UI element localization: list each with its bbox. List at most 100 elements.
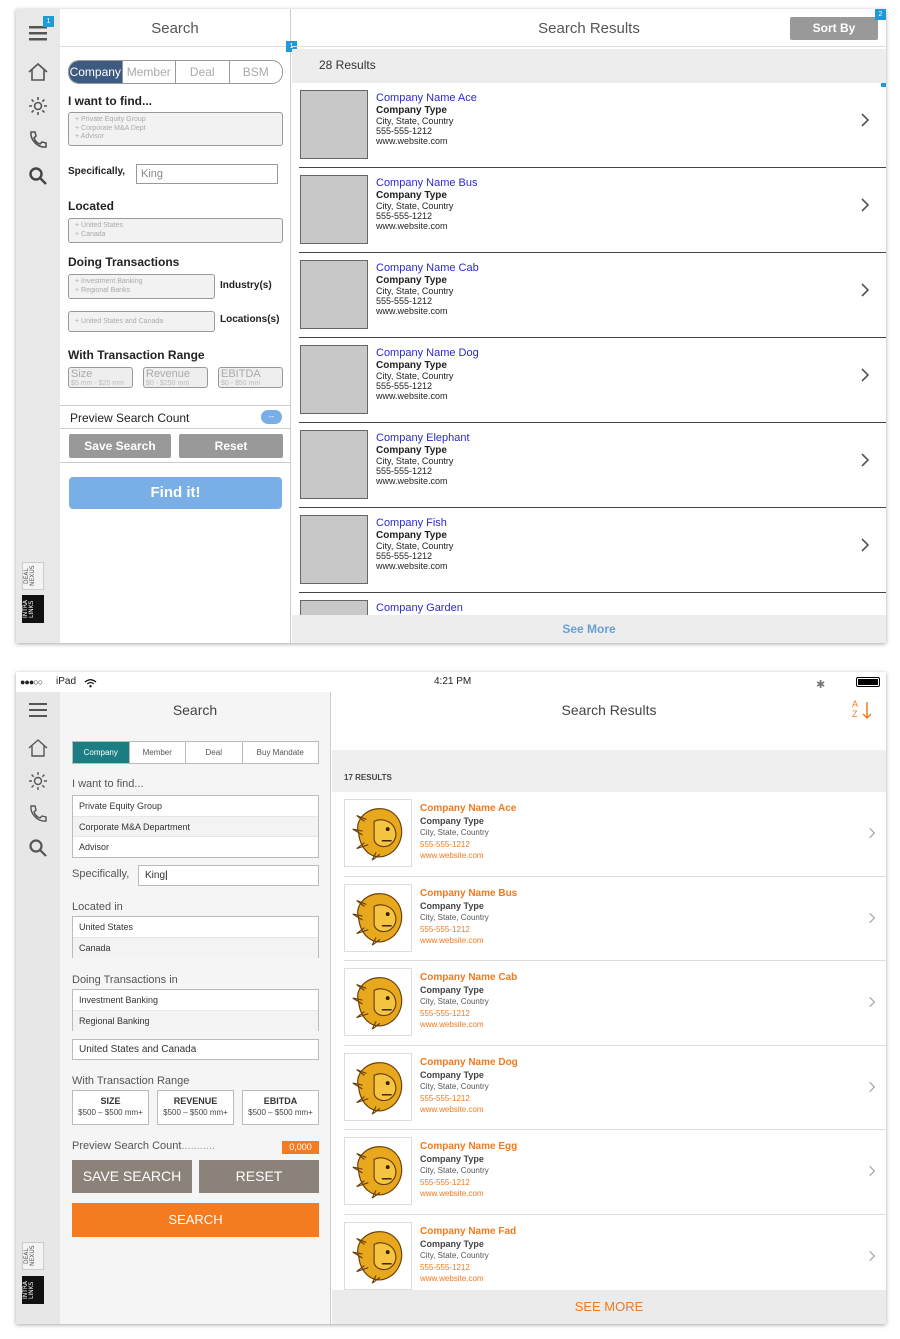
company-name-link[interactable]: Company Name Cab <box>376 262 479 275</box>
revenue-range-field[interactable]: Revenue $0 - $250 mm <box>143 367 208 388</box>
locations-list[interactable]: + United States and Canada <box>68 311 215 332</box>
specifically-input[interactable]: King| <box>138 865 319 886</box>
tab-deal[interactable]: Deal <box>185 742 242 763</box>
company-name-link[interactable]: Company Elephant <box>376 432 470 445</box>
result-row[interactable]: Company Name Dog Company Type City, State,… <box>344 1046 886 1130</box>
find-it-button[interactable]: Find it! <box>69 477 282 509</box>
phone-icon[interactable] <box>26 128 50 152</box>
size-range-field[interactable]: Size $5 mm - $25 mm <box>68 367 133 388</box>
preview-count-value: 0,000 <box>282 1141 319 1154</box>
side-rail: DEAL NEXUS INTRA LINKS <box>16 692 60 1324</box>
chevron-right-icon[interactable] <box>868 1080 876 1092</box>
company-name-link[interactable]: Company Name Dog <box>420 1057 518 1069</box>
tab-deal[interactable]: Deal <box>175 61 229 83</box>
menu-icon[interactable] <box>26 698 50 722</box>
locations-label: Locations(s) <box>220 314 280 325</box>
ebitda-range-field[interactable]: EBITDA $0 - $50 mm <box>218 367 283 388</box>
company-name-link[interactable]: Company Name Bus <box>376 177 478 190</box>
result-row[interactable]: Company Name Cab Company Type City, State,… <box>344 961 886 1046</box>
specifically-input[interactable]: King <box>136 164 278 184</box>
result-row[interactable]: Company Name Bus Company Type City, State,… <box>344 877 886 961</box>
want-to-find-label: I want to find... <box>68 94 152 108</box>
company-thumbnail <box>300 175 368 244</box>
tab-member[interactable]: Member <box>121 61 176 83</box>
see-more-button[interactable]: See More <box>292 615 886 643</box>
reset-button[interactable]: Reset <box>179 434 283 458</box>
annotation-badge: 2 <box>875 9 886 20</box>
chevron-right-icon[interactable] <box>868 1249 876 1261</box>
tab-company[interactable]: Company <box>73 742 129 763</box>
chevron-right-icon[interactable] <box>860 368 870 382</box>
list-item[interactable]: Regional Banking <box>73 1010 318 1031</box>
sort-az-icon[interactable]: A Z <box>852 700 874 722</box>
company-name-link[interactable]: Company Name Bus <box>420 888 517 900</box>
company-location: City, State, Country <box>376 541 454 551</box>
gear-icon[interactable] <box>26 769 50 793</box>
result-row[interactable]: Company Name Cab Company Type City, State,… <box>299 253 886 338</box>
industry-list[interactable]: + Investment Banking + Regional Banks <box>68 274 215 299</box>
home-icon[interactable] <box>26 736 50 760</box>
gear-icon[interactable] <box>26 94 50 118</box>
chevron-right-icon[interactable] <box>860 283 870 297</box>
want-to-find-list[interactable]: + Private Equity Group + Corporate M&A D… <box>68 112 283 146</box>
list-item[interactable]: United States <box>73 917 318 938</box>
result-row[interactable]: Company Name Egg Company Type City, State,… <box>344 1130 886 1215</box>
transaction-location-input[interactable]: United States and Canada <box>72 1039 319 1060</box>
result-row[interactable]: Company Name Fad Company Type City, State,… <box>344 1215 886 1291</box>
list-item[interactable]: Advisor <box>73 837 318 858</box>
company-name-link[interactable]: Company Name Dog <box>376 347 479 360</box>
chevron-right-icon[interactable] <box>860 113 870 127</box>
tab-member[interactable]: Member <box>128 742 186 763</box>
doing-transactions-label: Doing Transactions <box>68 255 180 269</box>
result-row[interactable]: Company Elephant Company Type City, State,… <box>299 423 886 508</box>
save-search-button[interactable]: Save Search <box>69 434 171 458</box>
company-phone: 555-555-1212 <box>376 381 433 391</box>
company-name-link[interactable]: Company Fish <box>376 517 453 530</box>
chevron-right-icon[interactable] <box>868 911 876 923</box>
ebitda-range-field[interactable]: EBITDA $500 – $500 mm+ <box>242 1090 319 1125</box>
company-name-link[interactable]: Company Name Cab <box>420 972 517 984</box>
list-item[interactable]: Private Equity Group <box>73 796 318 817</box>
result-row[interactable]: Company Name Ace Company Type City, State,… <box>344 792 886 877</box>
home-icon[interactable] <box>26 60 50 84</box>
reset-button[interactable]: RESET <box>199 1160 319 1193</box>
result-row[interactable]: Company Name Ace Company Type City, State,… <box>299 83 886 168</box>
chevron-right-icon[interactable] <box>860 198 870 212</box>
phone-icon[interactable] <box>26 802 50 826</box>
company-phone: 555-555-1212 <box>376 126 433 136</box>
result-row[interactable]: Company Name Dog Company Type City, State,… <box>299 338 886 423</box>
save-search-button[interactable]: SAVE SEARCH <box>72 1160 192 1193</box>
specifically-label: Specifically, <box>72 868 130 880</box>
size-range-field[interactable]: SIZE $500 – $500 mm+ <box>72 1090 149 1125</box>
list-item[interactable]: Investment Banking <box>73 990 318 1011</box>
company-name-link[interactable]: Company Name Ace <box>376 92 477 105</box>
preview-toggle[interactable]: -- <box>261 410 282 424</box>
company-name-link[interactable]: Company Garden <box>376 602 463 615</box>
result-row[interactable]: Company Name Bus Company Type City, State,… <box>299 168 886 253</box>
revenue-range-field[interactable]: REVENUE $500 – $500 mm+ <box>157 1090 234 1125</box>
company-name-link[interactable]: Company Name Fad <box>420 1226 516 1238</box>
tab-buy-mandate[interactable]: Buy Mandate <box>241 742 319 763</box>
search-button[interactable]: SEARCH <box>72 1203 319 1237</box>
result-row[interactable]: Company GardenCompany TypeCity, State, C… <box>299 593 886 615</box>
company-phone: 555-555-1212 <box>420 1262 470 1272</box>
sort-by-button[interactable]: Sort By <box>790 17 878 40</box>
located-list[interactable]: + United States + Canada <box>68 218 283 243</box>
chevron-right-icon[interactable] <box>868 995 876 1008</box>
chevron-right-icon[interactable] <box>860 538 870 552</box>
company-name-link[interactable]: Company Name Ace <box>420 803 516 815</box>
company-type: Company Type <box>420 1154 484 1164</box>
tab-company[interactable]: Company <box>69 61 122 83</box>
chevron-right-icon[interactable] <box>860 453 870 467</box>
see-more-button[interactable]: SEE MORE <box>332 1290 886 1324</box>
search-icon[interactable] <box>26 836 50 860</box>
chevron-right-icon[interactable] <box>868 1164 876 1177</box>
chevron-right-icon[interactable] <box>868 826 876 839</box>
tab-bsm[interactable]: BSM <box>228 61 283 83</box>
list-item[interactable]: Canada <box>73 937 318 958</box>
search-icon[interactable] <box>26 164 50 188</box>
company-website: www.website.com <box>420 851 484 860</box>
company-name-link[interactable]: Company Name Egg <box>420 1141 517 1153</box>
list-item[interactable]: Corporate M&A Department <box>73 816 318 837</box>
result-row[interactable]: Company Fish Company Type City, State, Cou… <box>299 508 886 593</box>
